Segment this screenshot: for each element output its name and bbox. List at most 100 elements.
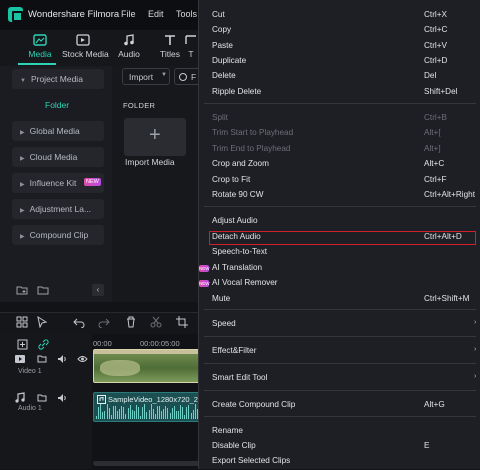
menu-item-duplicate[interactable]: Duplicate Ctrl+D: [212, 56, 476, 70]
menu-item-label: Paste: [212, 41, 233, 50]
menu-item-adjust-audio[interactable]: Adjust Audio: [212, 216, 476, 230]
menu-item-mute[interactable]: Mute Ctrl+Shift+M: [212, 294, 476, 308]
crop-icon[interactable]: [176, 316, 188, 328]
waveform-bar: [184, 415, 186, 419]
scissors-icon[interactable]: [150, 316, 162, 328]
menu-edit[interactable]: Edit: [148, 9, 164, 19]
transitions-icon: [185, 35, 196, 44]
menu-item-ripple-delete[interactable]: Ripple Delete Shift+Del: [212, 87, 476, 101]
menu-item-rotate-90-cw[interactable]: Rotate 90 CW Ctrl+Alt+Right: [212, 190, 476, 204]
menu-item-smart-edit-tool[interactable]: Smart Edit Tool ›: [212, 373, 476, 387]
menu-item-ai-translation[interactable]: AI Translation: [212, 263, 476, 277]
menu-file[interactable]: File: [121, 9, 136, 19]
music-note-icon: [124, 34, 134, 46]
menu-item-label: Export Selected Clips: [212, 456, 291, 465]
menu-item-label: Copy: [212, 25, 232, 34]
waveform-bar: [148, 410, 150, 419]
import-dropdown[interactable]: Import ▼: [122, 68, 170, 85]
highlight-annotation: [209, 231, 476, 245]
new-badge: NEW: [199, 280, 210, 287]
timeline-scrollbar[interactable]: [93, 461, 200, 466]
tab-more[interactable]: T: [184, 34, 198, 64]
collapse-panel-icon[interactable]: ‹: [92, 284, 104, 296]
sidebar-item-label: Project Media: [30, 74, 83, 84]
tab-media-label: Media: [28, 49, 52, 59]
link-icon[interactable]: [38, 339, 49, 350]
undo-icon[interactable]: [73, 316, 85, 328]
tab-media[interactable]: Media: [19, 34, 61, 64]
waveform-bar: [146, 412, 148, 419]
select-arrow-icon[interactable]: [36, 316, 48, 328]
media-icon: [33, 34, 47, 46]
menu-item-shortcut: Ctrl+F: [424, 175, 447, 184]
layout-grid-icon[interactable]: [16, 316, 28, 328]
menu-item-effect-filter[interactable]: Effect&Filter ›: [212, 346, 476, 360]
import-media-label: Import Media: [125, 157, 175, 167]
waveform-bar: [173, 405, 175, 419]
menu-item-delete[interactable]: Delete Del: [212, 71, 476, 85]
menu-item-disable-clip[interactable]: Disable Clip E: [212, 441, 476, 455]
menu-divider: [204, 390, 476, 391]
waveform-bar: [96, 416, 97, 419]
menu-item-crop-to-fit[interactable]: Crop to Fit Ctrl+F: [212, 175, 476, 189]
waveform-bar: [165, 406, 167, 419]
tab-audio[interactable]: Audio: [108, 34, 150, 64]
filter-button[interactable]: F: [174, 68, 200, 85]
folder-header: FOLDER: [123, 101, 156, 110]
tab-stock-media[interactable]: Stock Media: [62, 34, 109, 64]
menu-item-speed[interactable]: Speed ›: [212, 319, 476, 333]
redo-icon[interactable]: [98, 316, 110, 328]
waveform-bar: [194, 404, 196, 419]
menu-item-export-selected-clips[interactable]: Export Selected Clips: [212, 456, 476, 470]
sidebar-item-project-media[interactable]: ▼ Project Media: [12, 69, 104, 89]
add-track-icon[interactable]: [17, 339, 28, 350]
menu-item-paste[interactable]: Paste Ctrl+V: [212, 41, 476, 55]
eye-icon[interactable]: [77, 354, 88, 364]
new-folder-icon[interactable]: [16, 285, 28, 295]
video-clip[interactable]: [93, 349, 200, 383]
menu-item-label: Duplicate: [212, 56, 247, 65]
waveform-bar: [127, 407, 129, 419]
filter-button-label: F: [191, 72, 197, 82]
delete-icon[interactable]: [125, 316, 137, 328]
menu-item-shortcut: E: [424, 441, 430, 450]
folder-icon[interactable]: [37, 285, 49, 295]
speaker-icon[interactable]: [57, 354, 67, 364]
waveform-bar: [104, 410, 106, 419]
waveform-bar: [167, 407, 169, 419]
folder-icon[interactable]: [37, 393, 47, 403]
menu-item-cut[interactable]: Cut Ctrl+X: [212, 10, 476, 24]
menu-item-rename[interactable]: Rename: [212, 426, 476, 440]
sidebar-item-global-media[interactable]: ▶ Global Media: [12, 121, 104, 141]
menu-item-create-compound-clip[interactable]: Create Compound Clip Alt+G: [212, 400, 476, 414]
waveform-bar: [119, 409, 121, 419]
sidebar-item-adjustment-layer[interactable]: ▶ Adjustment La...: [12, 199, 104, 219]
waveform-bar: [98, 407, 100, 419]
menu-divider: [204, 336, 476, 337]
waveform-bar: [169, 413, 171, 419]
menu-item-ai-vocal-remover[interactable]: AI Vocal Remover: [212, 278, 476, 292]
sidebar-item-compound-clip[interactable]: ▶ Compound Clip: [12, 225, 104, 245]
menu-tools[interactable]: Tools: [176, 9, 197, 19]
menu-item-label: Trim End to Playhead: [212, 144, 291, 153]
titles-icon: [165, 35, 175, 45]
menu-item-crop-and-zoom[interactable]: Crop and Zoom Alt+C: [212, 159, 476, 173]
folder-icon[interactable]: [37, 354, 47, 364]
waveform-bar: [152, 408, 154, 419]
sidebar-item-cloud-media[interactable]: ▶ Cloud Media: [12, 147, 104, 167]
music-note-icon: [15, 392, 25, 403]
menu-item-copy[interactable]: Copy Ctrl+C: [212, 25, 476, 39]
waveform-bar: [175, 410, 177, 419]
speaker-icon[interactable]: [57, 393, 67, 403]
menu-item-label: AI Translation: [212, 263, 263, 272]
waveform-bar: [159, 406, 160, 419]
menu-item-speech-to-text[interactable]: Speech-to-Text: [212, 247, 476, 261]
menu-item-shortcut: Alt+]: [424, 144, 441, 153]
sidebar-folder[interactable]: Folder: [45, 100, 69, 110]
menu-item-label: Mute: [212, 294, 231, 303]
track-label-video: Video 1: [18, 368, 42, 375]
menu-item-label: Rename: [212, 426, 243, 435]
waveform-bar: [106, 404, 108, 419]
filmora-logo-icon: [8, 7, 23, 22]
waveform-bar: [100, 404, 102, 419]
